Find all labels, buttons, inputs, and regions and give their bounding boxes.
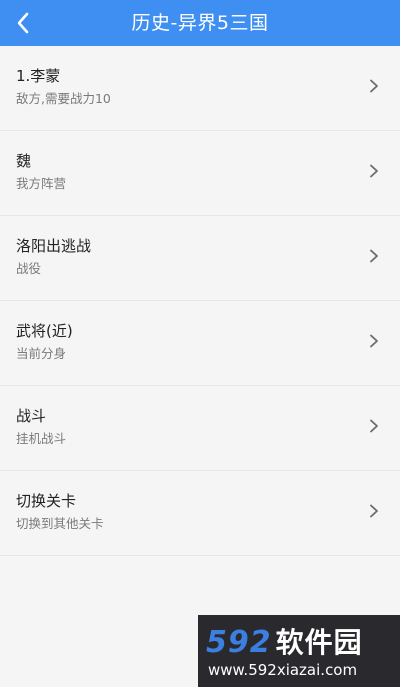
history-list: 1.李蒙 敌方,需要战力10 魏 我方阵营 洛阳出逃战 战役 武将(近) 当前分… [0,46,400,556]
watermark-logo: 592 软件园 [206,621,363,661]
list-item-subtitle: 战役 [16,261,42,276]
list-item-subtitle: 当前分身 [16,346,67,361]
list-item-subtitle: 切换到其他关卡 [16,516,104,531]
list-item-general[interactable]: 武将(近) 当前分身 [0,301,400,386]
watermark-logo-text: 软件园 [275,626,363,659]
list-item-subtitle: 我方阵营 [16,176,67,191]
list-item-title: 魏 [16,152,32,170]
list-item-li-meng[interactable]: 1.李蒙 敌方,需要战力10 [0,46,400,131]
watermark-logo-number: 592 [206,625,272,660]
list-item-fight[interactable]: 战斗 挂机战斗 [0,386,400,471]
chevron-right-icon [370,419,378,433]
chevron-right-icon [370,79,378,93]
app-header: 历史-异界5三国 [0,0,400,46]
watermark-url: www.592xiazai.com [208,661,358,679]
list-item-title: 1.李蒙 [16,67,61,85]
list-item-subtitle: 挂机战斗 [16,431,67,446]
chevron-right-icon [370,249,378,263]
list-item-wei[interactable]: 魏 我方阵营 [0,131,400,216]
chevron-right-icon [370,164,378,178]
list-item-title: 切换关卡 [16,492,77,510]
page-title: 历史-异界5三国 [131,12,269,34]
list-item-title: 洛阳出逃战 [16,237,92,255]
list-item-title: 武将(近) [16,322,73,340]
list-item-subtitle: 敌方,需要战力10 [16,91,111,106]
chevron-right-icon [370,334,378,348]
list-item-title: 战斗 [16,407,47,425]
list-item-switch-level[interactable]: 切换关卡 切换到其他关卡 [0,471,400,556]
chevron-right-icon [370,504,378,518]
site-watermark: 592 软件园 www.592xiazai.com [198,615,400,687]
list-item-battle-campaign[interactable]: 洛阳出逃战 战役 [0,216,400,301]
